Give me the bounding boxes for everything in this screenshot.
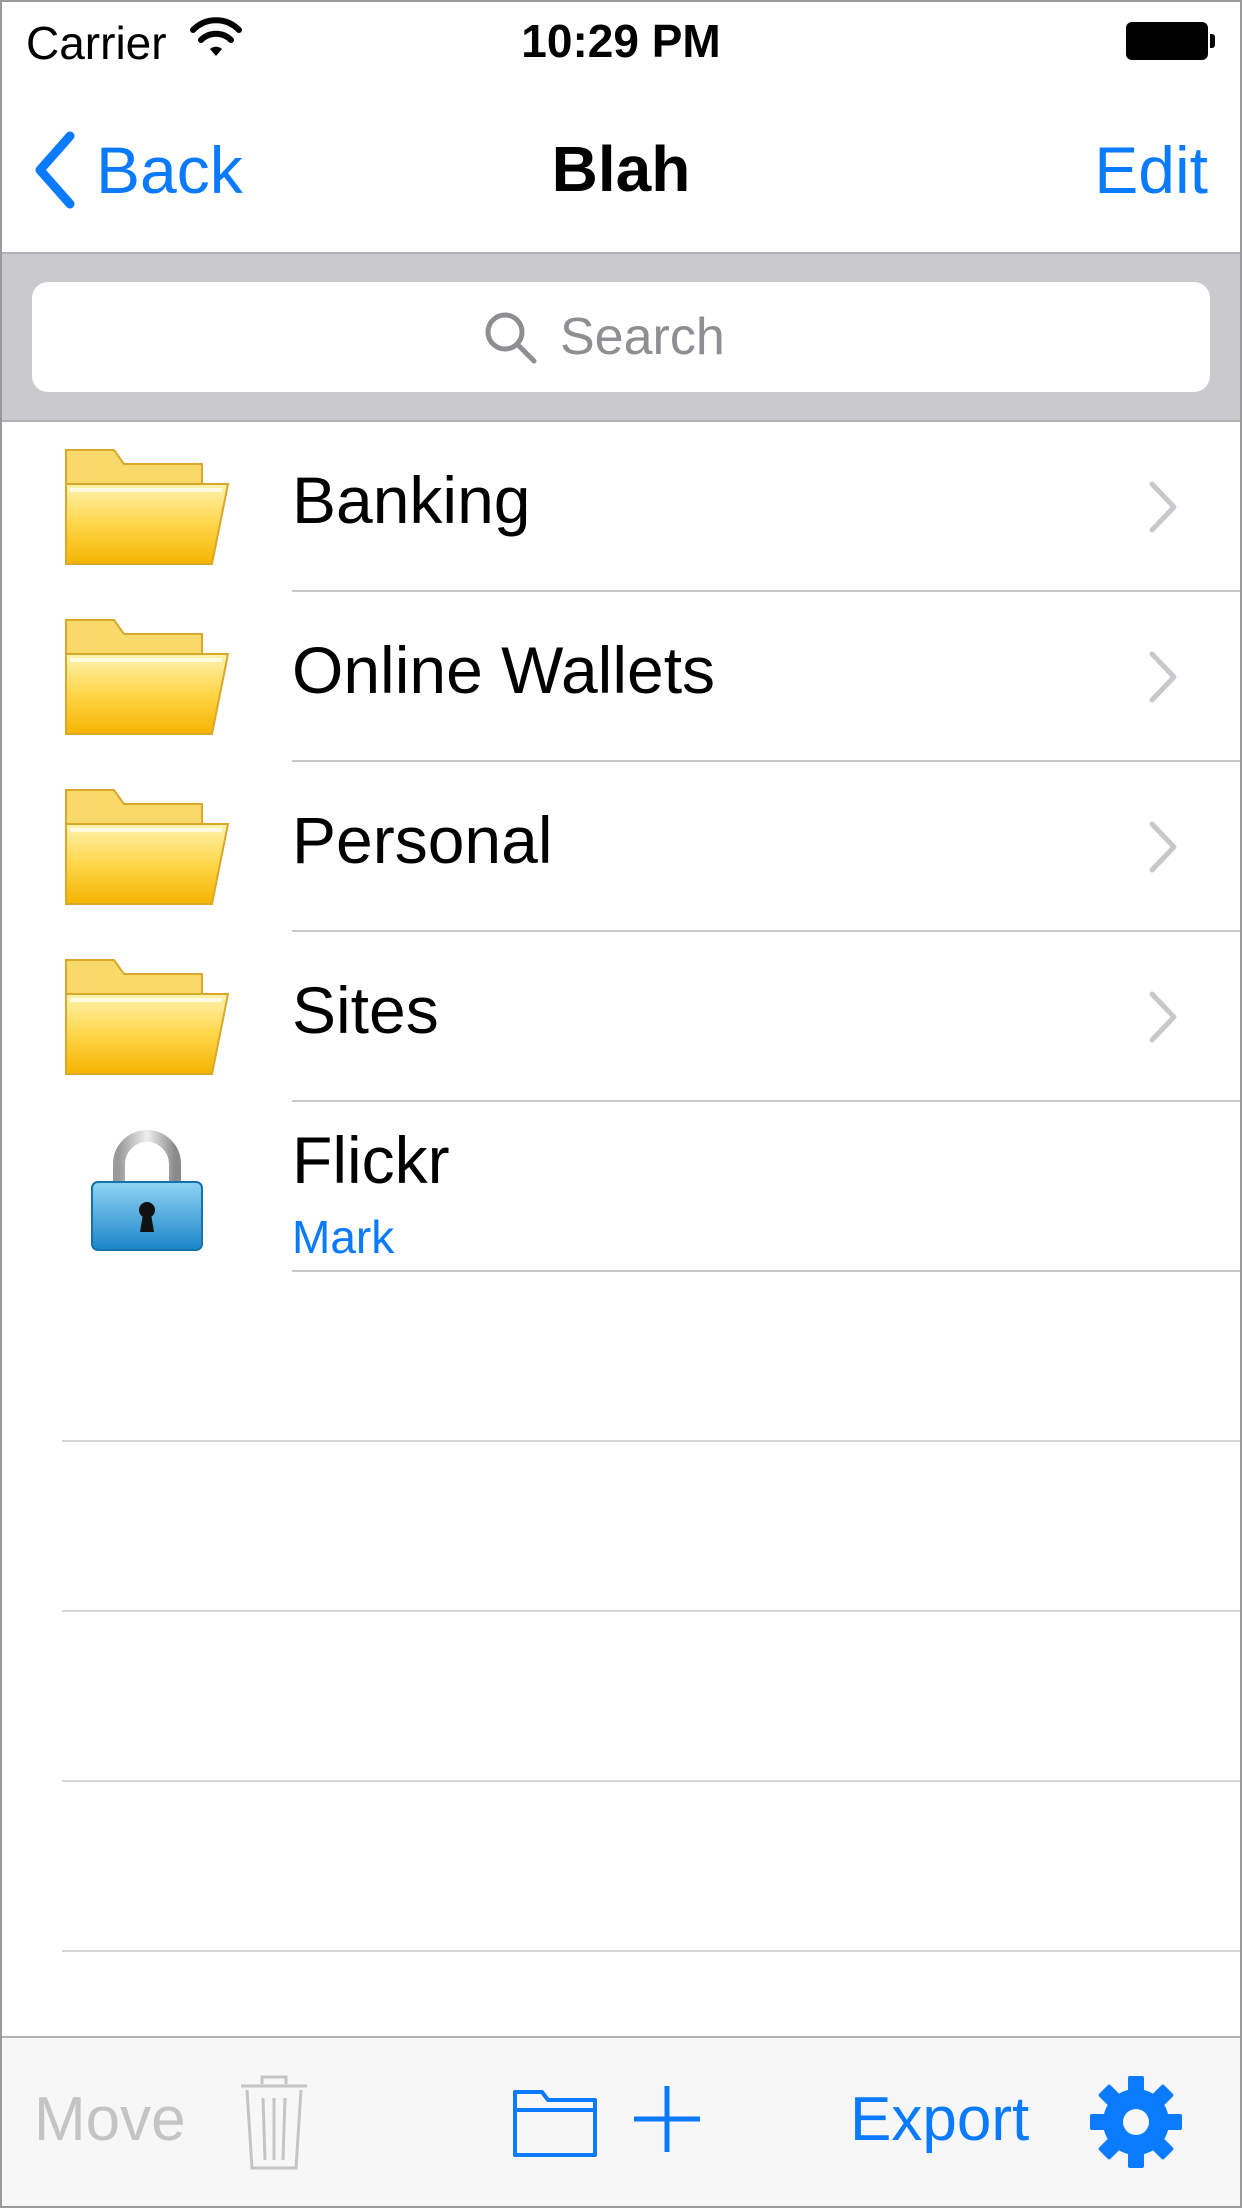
chevron-right-icon [1149, 651, 1177, 703]
item-subtitle: Mark [292, 1211, 395, 1263]
empty-row [2, 1272, 1240, 1442]
item-title: Banking [292, 463, 531, 537]
item-title: Online Wallets [292, 633, 716, 707]
lock-icon [91, 1130, 203, 1251]
status-bar: Carrier 10:29 PM [2, 2, 1240, 88]
status-time: 10:29 PM [521, 15, 721, 67]
page-title: Blah [551, 133, 691, 205]
list-item-folder[interactable]: Online Wallets [2, 592, 1240, 762]
folder-icon [65, 959, 230, 1075]
items-list: Banking Online Wallets Personal Sites Fl… [2, 422, 1240, 1952]
plus-icon[interactable] [632, 2084, 702, 2154]
battery-icon [1126, 22, 1215, 62]
empty-row [2, 1442, 1240, 1612]
list-item-entry[interactable]: Flickr Mark [2, 1102, 1240, 1272]
move-button[interactable]: Move [34, 2084, 186, 2155]
item-title: Personal [292, 803, 553, 877]
folder-icon [65, 449, 230, 565]
edit-button[interactable]: Edit [1094, 132, 1208, 208]
chevron-right-icon [1149, 481, 1177, 533]
list-item-folder[interactable]: Sites [2, 932, 1240, 1102]
search-icon [485, 312, 537, 364]
folder-icon [65, 619, 230, 735]
list-item-folder[interactable]: Banking [2, 422, 1240, 592]
list-item-folder[interactable]: Personal [2, 762, 1240, 932]
search-field[interactable] [32, 282, 1210, 392]
bottom-toolbar: Move Export [2, 2036, 1240, 2206]
item-title: Flickr [292, 1123, 450, 1197]
trash-icon[interactable] [238, 2072, 310, 2172]
search-input[interactable] [560, 307, 760, 367]
new-folder-icon[interactable] [512, 2086, 598, 2158]
row-divider [62, 1950, 1240, 1952]
chevron-right-icon [1149, 821, 1177, 873]
empty-row [2, 1612, 1240, 1782]
search-bar [2, 252, 1240, 422]
chevron-right-icon [1149, 991, 1177, 1043]
empty-row [2, 1782, 1240, 1952]
item-title: Sites [292, 973, 439, 1047]
export-button[interactable]: Export [850, 2084, 1029, 2155]
app-screen: Carrier 10:29 PM Back Blah Edit Search B… [0, 0, 1242, 2208]
navigation-bar: Back Blah Edit [2, 88, 1240, 252]
folder-icon [65, 789, 230, 905]
gear-icon[interactable] [1088, 2074, 1184, 2170]
